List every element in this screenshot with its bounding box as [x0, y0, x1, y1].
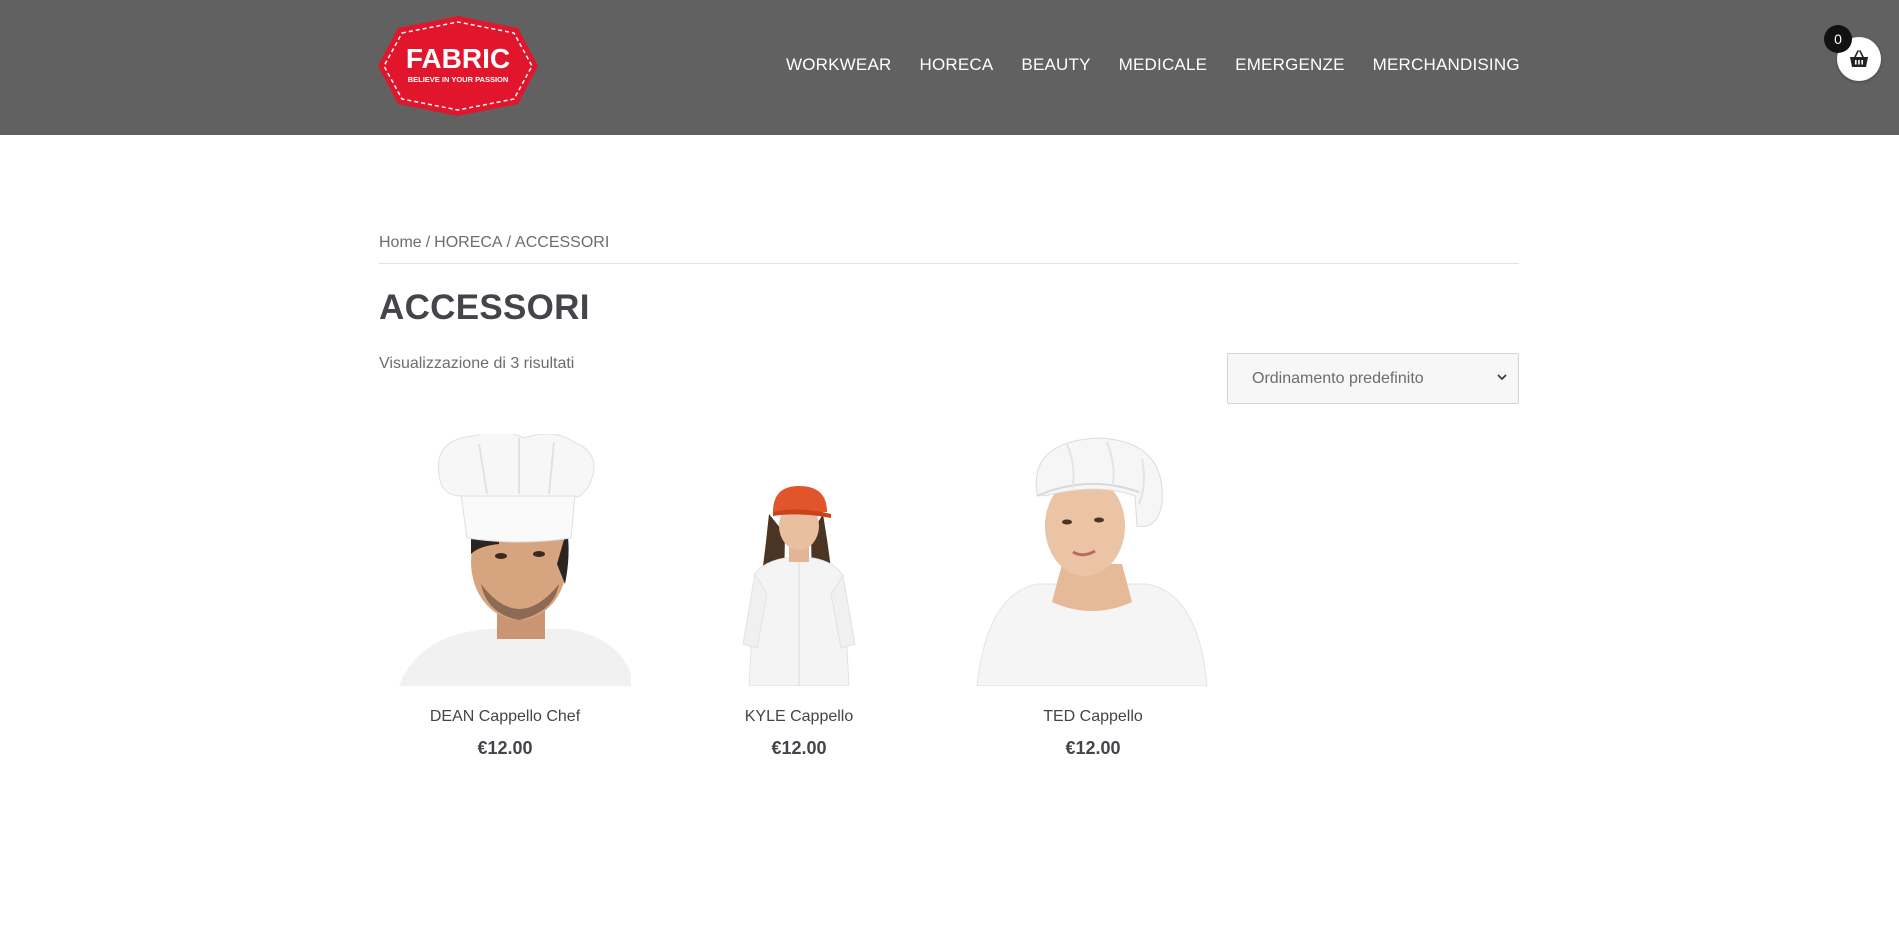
nav-item-medicale[interactable]: MEDICALE	[1119, 53, 1208, 77]
product-name[interactable]: KYLE Cappello	[673, 708, 925, 726]
sort-selected-value: Ordinamento predefinito	[1252, 369, 1424, 387]
product-image[interactable]	[379, 434, 631, 686]
breadcrumb-current: ACCESSORI	[515, 234, 610, 251]
basket-icon	[1850, 50, 1868, 67]
breadcrumb: Home / HORECA / ACCESSORI	[379, 234, 1519, 264]
sort-select[interactable]: Ordinamento predefinito	[1227, 353, 1519, 404]
nav-item-workwear[interactable]: WORKWEAR	[786, 53, 891, 77]
product-card: DEAN Cappello Chef €12.00	[379, 434, 631, 759]
product-image[interactable]	[673, 434, 925, 686]
nav-item-merchandising[interactable]: MERCHANDISING	[1373, 53, 1520, 77]
site-header: FABRIC BELIEVE IN YOUR PASSION WORKWEAR …	[0, 0, 1899, 135]
nav-item-beauty[interactable]: BEAUTY	[1021, 53, 1090, 77]
product-card: TED Cappello €12.00	[967, 434, 1219, 759]
breadcrumb-separator: /	[506, 234, 512, 251]
product-price: €12.00	[771, 738, 827, 758]
page-title: ACCESSORI	[379, 288, 590, 327]
product-price: €12.00	[477, 738, 533, 758]
result-count: Visualizzazione di 3 risultati	[379, 355, 575, 372]
nav-item-horeca[interactable]: HORECA	[919, 53, 993, 77]
chevron-down-icon	[1497, 374, 1507, 381]
logo-tagline: BELIEVE IN YOUR PASSION	[408, 75, 509, 84]
logo-badge-icon: FABRIC BELIEVE IN YOUR PASSION	[378, 16, 538, 116]
cart-count-badge: 0	[1824, 25, 1852, 53]
product-image[interactable]	[967, 434, 1219, 686]
chef-hat-model-image	[379, 434, 631, 686]
product-price: €12.00	[1065, 738, 1121, 758]
product-name[interactable]: DEAN Cappello Chef	[379, 708, 631, 726]
main-navigation: WORKWEAR HORECA BEAUTY MEDICALE EMERGENZ…	[786, 53, 1520, 77]
fabric-logo[interactable]: FABRIC BELIEVE IN YOUR PASSION	[378, 16, 538, 116]
nav-item-emergenze[interactable]: EMERGENZE	[1235, 53, 1344, 77]
product-name[interactable]: TED Cappello	[967, 708, 1219, 726]
white-cap-model-image	[967, 434, 1219, 686]
breadcrumb-home[interactable]: Home	[379, 234, 422, 251]
orange-cap-model-image	[673, 434, 925, 686]
product-card: KYLE Cappello €12.00	[673, 434, 925, 759]
breadcrumb-separator: /	[425, 234, 431, 251]
logo-wordmark: FABRIC	[406, 43, 510, 74]
breadcrumb-horeca[interactable]: HORECA	[434, 234, 502, 251]
